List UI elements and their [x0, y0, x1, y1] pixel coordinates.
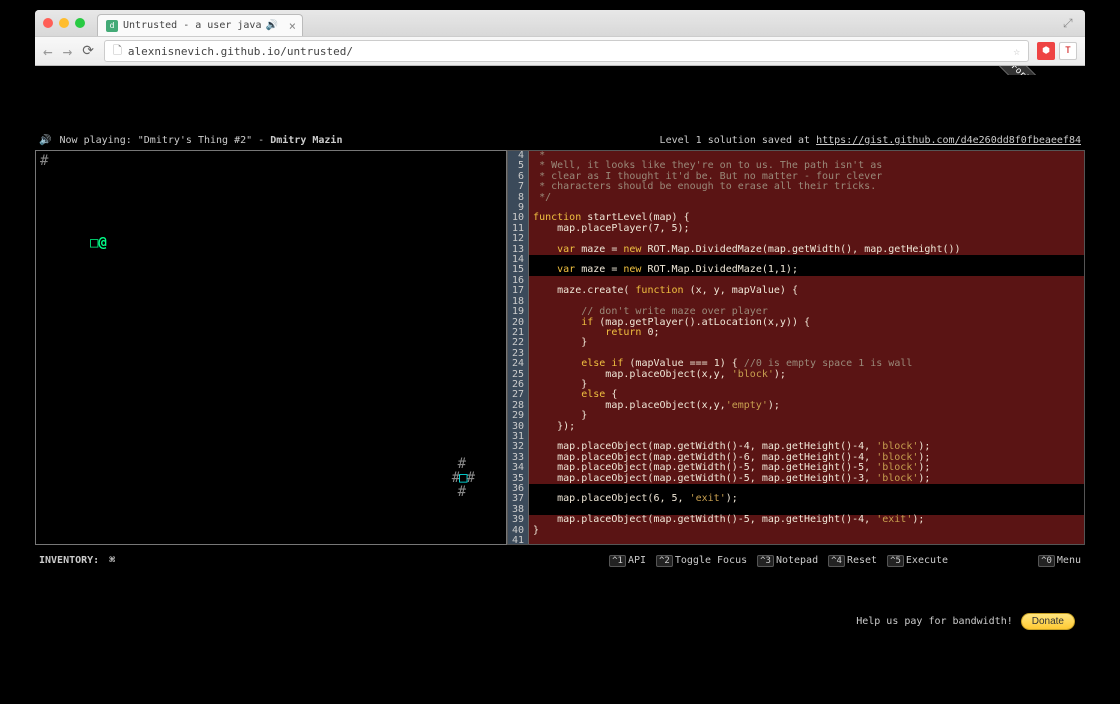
- code-line: map.placePlayer(7, 5);: [529, 224, 1084, 234]
- maximize-window-button[interactable]: [75, 18, 85, 28]
- code-line: var maze = new ROT.Map.DividedMaze(map.g…: [529, 245, 1084, 255]
- extension-icons: ⬢ T: [1037, 42, 1077, 60]
- code-line[interactable]: map.placeObject(6, 5, 'exit');: [529, 494, 1084, 504]
- code-line: }: [529, 526, 1084, 536]
- now-playing-track: "Dmitry's Thing #2": [138, 135, 252, 146]
- code-line: }: [529, 411, 1084, 421]
- code-line: map.placeObject(x,y,'empty');: [529, 401, 1084, 411]
- top-status-line: 🔊 Now playing: "Dmitry's Thing #2" - Dmi…: [35, 75, 1085, 150]
- donate-row: Help us pay for bandwidth! Donate: [856, 613, 1075, 630]
- inventory: INVENTORY: ⌘: [39, 555, 115, 566]
- save-message: Level 1 solution saved at https://gist.g…: [660, 135, 1081, 146]
- code-line: maze.create( function (x, y, mapValue) {: [529, 286, 1084, 296]
- shortcut-toggle-focus[interactable]: ^2Toggle Focus: [656, 555, 747, 566]
- donate-button[interactable]: Donate: [1021, 613, 1075, 630]
- code-line: * characters should be enough to erase a…: [529, 182, 1084, 192]
- extension-icon-2[interactable]: T: [1059, 42, 1077, 60]
- code-line: map.placeObject(map.getWidth()-5, map.ge…: [529, 515, 1084, 525]
- code-line: // don't write maze over player: [529, 307, 1084, 317]
- inventory-item: ⌘: [109, 555, 115, 566]
- favicon-icon: d: [106, 20, 118, 32]
- forward-button[interactable]: →: [63, 42, 73, 61]
- code-line: });: [529, 422, 1084, 432]
- code-line: map.placeObject(x,y, 'block');: [529, 370, 1084, 380]
- code-line: return 0;: [529, 328, 1084, 338]
- wall-block: #: [40, 153, 48, 169]
- back-button[interactable]: ←: [43, 42, 53, 61]
- shortcut-execute[interactable]: ^5Execute: [887, 555, 948, 566]
- expand-icon[interactable]: ⤢: [1063, 16, 1077, 30]
- code-line: map.placeObject(map.getWidth()-5, map.ge…: [529, 474, 1084, 484]
- extension-icon-1[interactable]: ⬢: [1037, 42, 1055, 60]
- game-panel[interactable]: # □@ # #□# #: [35, 150, 507, 545]
- code-line[interactable]: var maze = new ROT.Map.DividedMaze(1,1);: [529, 265, 1084, 275]
- tab-title: Untrusted - a user java: [123, 20, 261, 31]
- main-row: # □@ # #□# # 456789101112131415161718192…: [35, 150, 1085, 545]
- close-tab-icon[interactable]: ×: [289, 19, 296, 33]
- audio-icon[interactable]: 🔊: [265, 20, 277, 31]
- now-playing: 🔊 Now playing: "Dmitry's Thing #2" - Dmi…: [39, 135, 342, 146]
- close-window-button[interactable]: [43, 18, 53, 28]
- code-line: }: [529, 338, 1084, 348]
- code-editor[interactable]: 4567891011121314151617181920212223242526…: [507, 150, 1085, 545]
- code-body[interactable]: * * Well, it looks like they're on to us…: [529, 151, 1084, 544]
- shortcut-api[interactable]: ^1API: [609, 555, 646, 566]
- player-marker: □@: [90, 235, 107, 251]
- wall-block: #: [458, 484, 466, 500]
- donate-text: Help us pay for bandwidth!: [856, 616, 1013, 627]
- code-line: else if (mapValue === 1) { //0 is empty …: [529, 359, 1084, 369]
- browser-window: d Untrusted - a user java 🔊 × ⤢ ← → ⟳ 🗋 …: [35, 10, 1085, 66]
- shortcut-reset[interactable]: ^4Reset: [828, 555, 877, 566]
- now-playing-sep: -: [252, 135, 270, 146]
- shortcuts: ^1API ^2Toggle Focus ^3Notepad ^4Reset ^…: [609, 555, 1081, 566]
- now-playing-artist: Dmitry Mazin: [270, 135, 342, 146]
- tab-bar: d Untrusted - a user java 🔊 × ⤢: [35, 10, 1085, 36]
- app-container: 🔊 Now playing: "Dmitry's Thing #2" - Dmi…: [35, 75, 1085, 644]
- bookmark-star-icon[interactable]: ☆: [1013, 45, 1020, 58]
- page-icon: 🗋: [113, 42, 122, 61]
- reload-button[interactable]: ⟳: [82, 43, 94, 59]
- bottom-bar: INVENTORY: ⌘ ^1API ^2Toggle Focus ^3Note…: [35, 545, 1085, 566]
- address-bar: ← → ⟳ 🗋 alexnisnevich.github.io/untruste…: [35, 36, 1085, 66]
- shortcut-menu[interactable]: ^0Menu: [1038, 555, 1081, 566]
- browser-tab[interactable]: d Untrusted - a user java 🔊 ×: [97, 14, 303, 36]
- url-text: alexnisnevich.github.io/untrusted/: [128, 45, 353, 58]
- save-prefix: Level 1 solution saved at: [660, 135, 817, 146]
- url-input[interactable]: 🗋 alexnisnevich.github.io/untrusted/ ☆: [104, 40, 1029, 62]
- window-controls: [43, 18, 85, 28]
- code-line: */: [529, 193, 1084, 203]
- code-line: [529, 536, 1084, 544]
- inventory-label: INVENTORY:: [39, 555, 99, 566]
- sound-icon[interactable]: 🔊: [39, 135, 51, 146]
- line-gutter: 4567891011121314151617181920212223242526…: [508, 151, 529, 544]
- shortcut-notepad[interactable]: ^3Notepad: [757, 555, 818, 566]
- minimize-window-button[interactable]: [59, 18, 69, 28]
- save-link[interactable]: https://gist.github.com/d4e260dd8f0fbeae…: [816, 135, 1081, 146]
- now-playing-prefix: Now playing:: [59, 135, 137, 146]
